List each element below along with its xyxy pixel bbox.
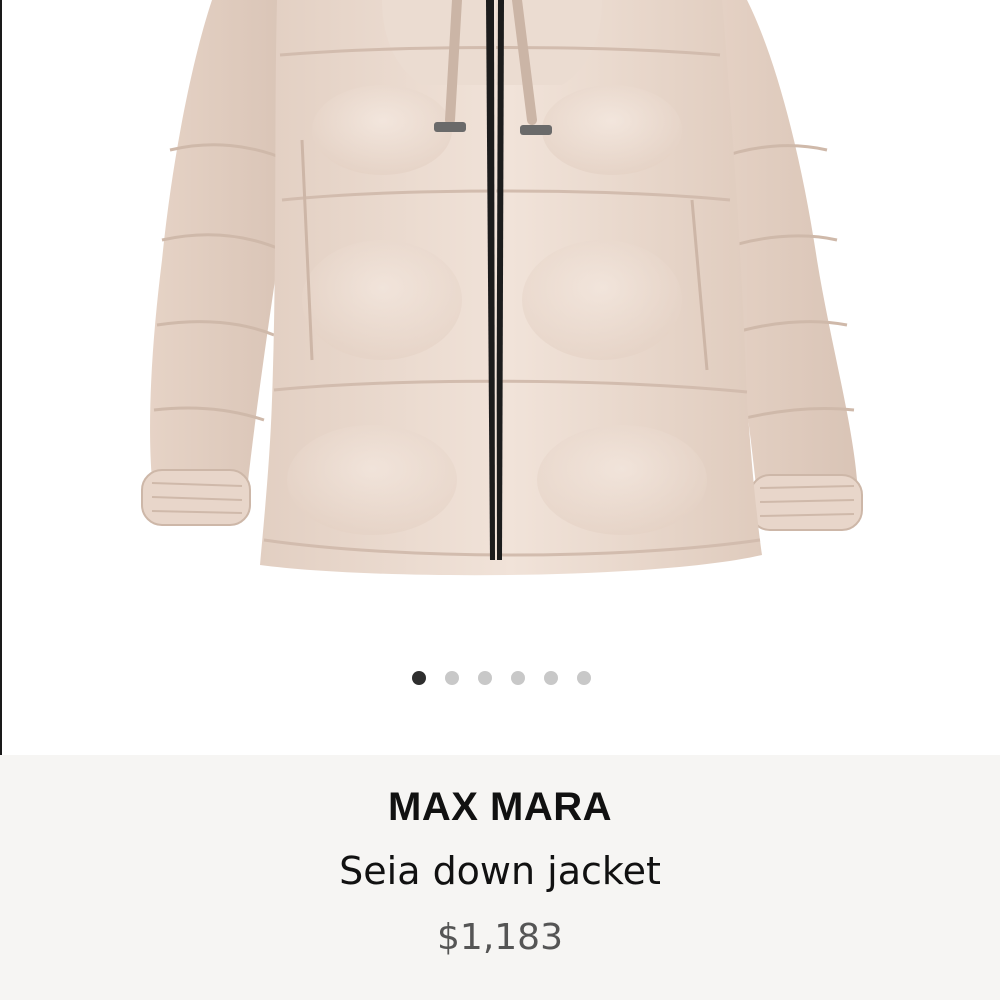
carousel-dot-1[interactable] [411, 671, 426, 685]
product-image-gallery[interactable] [2, 0, 1000, 755]
product-image[interactable] [2, 0, 1000, 640]
carousel-dot-2[interactable] [444, 671, 459, 685]
product-price: $1,183 [437, 917, 563, 958]
carousel-dot-5[interactable] [543, 671, 558, 685]
carousel-dots [2, 668, 1000, 688]
carousel-dot-4[interactable] [510, 671, 525, 685]
product-page: MAX MARA Seia down jacket $1,183 [0, 0, 1000, 1000]
jacket-body [260, 0, 762, 576]
carousel-dot-6[interactable] [576, 671, 591, 685]
product-info-panel: MAX MARA Seia down jacket $1,183 [0, 755, 1000, 1000]
zipper [486, 0, 504, 561]
left-sleeve [141, 0, 291, 526]
brand-name[interactable]: MAX MARA [0, 785, 1000, 830]
carousel-dot-3[interactable] [477, 671, 492, 685]
product-name[interactable]: Seia down jacket [0, 849, 1000, 893]
